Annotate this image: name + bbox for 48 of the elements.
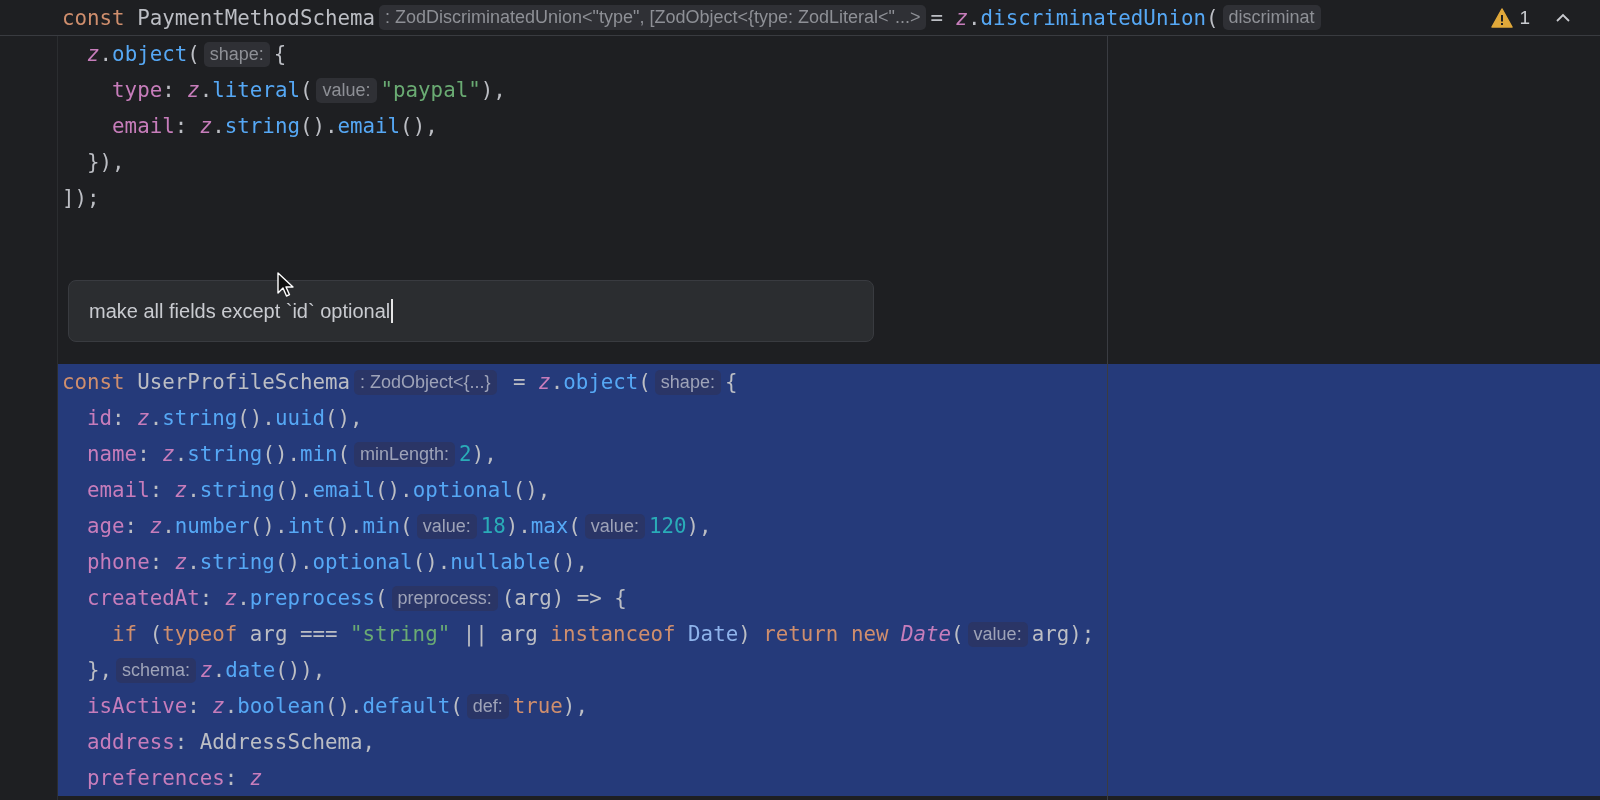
code-text: 2), — [459, 442, 497, 466]
inlay-hint: discriminat — [1222, 5, 1321, 30]
code-text: = z.discriminatedUnion( — [930, 5, 1219, 30]
code-text: "paypal"), — [380, 78, 506, 102]
code-text: (arg) => { — [501, 586, 627, 610]
code-text: if (typeof arg === "string" || arg instanceof Date) return new Date( — [112, 622, 964, 646]
code-text: { — [724, 370, 738, 394]
inlay-hint: preprocess: — [391, 585, 498, 611]
warning-icon[interactable] — [1491, 7, 1514, 28]
code-text: ]); — [62, 186, 100, 210]
inlay-hint: schema: — [116, 657, 197, 683]
inlay-hint: : ZodDiscriminatedUnion<"type", [ZodObject<{type: ZodLiteral<"...> — [379, 5, 927, 30]
inlay-hint: value: — [316, 77, 377, 103]
code-text: }, — [87, 658, 113, 682]
code-text: z.date()), — [200, 658, 326, 682]
code-text: phone: z.string().optional().nullable(), — [87, 550, 588, 574]
code-text: id: z.string().uuid(), — [87, 406, 363, 430]
inlay-hint: value: — [416, 513, 477, 539]
prompt-field[interactable]: make all fields except `id` optional — [68, 280, 874, 342]
inlay-hint: : ZodObject<{...} — [354, 369, 497, 395]
code-text: address: AddressSchema, — [87, 730, 376, 754]
code-text: type: z.literal( — [112, 78, 313, 102]
code-text: preferences: z — [87, 766, 263, 790]
code-text: { — [273, 42, 287, 66]
code-text: const PaymentMethodSchema — [62, 5, 376, 30]
code-text: }), — [87, 150, 125, 174]
code-text: name: z.string().min( — [87, 442, 351, 466]
code-text: 120), — [648, 514, 712, 538]
code-text: age: z.number().int().min( — [87, 514, 413, 538]
inlay-hint: value: — [584, 513, 645, 539]
inlay-hint: def: — [466, 693, 509, 719]
inlay-hint: value: — [967, 621, 1028, 647]
code-text: email: z.string().email(), — [112, 114, 438, 138]
code-text: = z.object( — [512, 370, 651, 394]
code-text: email: z.string().email().optional(), — [87, 478, 551, 502]
inlay-hint: shape: — [654, 369, 721, 395]
warning-count: 1 — [1519, 6, 1530, 29]
code-text: true), — [512, 694, 588, 718]
code-text: arg); — [1031, 622, 1095, 646]
code-text: const UserProfileSchema — [62, 370, 350, 394]
pointer-icon — [277, 272, 295, 298]
code-text: 18).max( — [480, 514, 581, 538]
inlay-hint: shape: — [203, 41, 270, 67]
inlay-hint: minLength: — [354, 441, 456, 467]
code-text: isActive: z.boolean().default( — [87, 694, 463, 718]
code-text: z.object( — [87, 42, 200, 66]
chevron-up-icon[interactable] — [1556, 13, 1570, 22]
code-text: createdAt: z.preprocess( — [87, 586, 388, 610]
